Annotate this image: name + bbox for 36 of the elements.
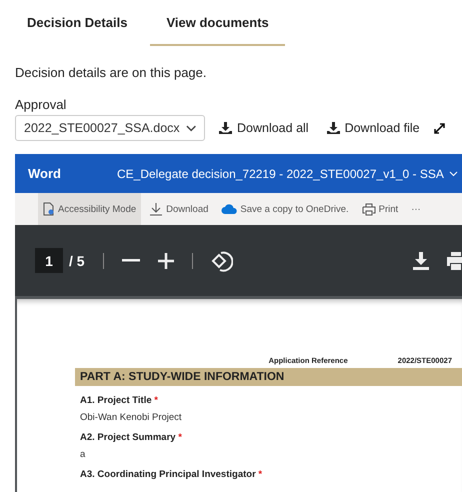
field-label: Approval: [15, 97, 68, 112]
print-icon: [362, 202, 376, 216]
cloud-icon: [221, 204, 238, 214]
download-icon: [326, 122, 340, 134]
toolbar-button[interactable]: Print: [356, 193, 404, 225]
download-button[interactable]: Download all: [215, 121, 313, 135]
document-title[interactable]: CE_Delegate decision_72219 - 2022_STE00027_v1_0 - SSA: [117, 166, 444, 180]
chevron-down-icon[interactable]: [448, 170, 458, 176]
app-name: Word: [28, 166, 62, 181]
document-icon: [43, 202, 55, 216]
answer-text: a: [80, 449, 86, 460]
toolbar-button[interactable]: Accessibility Mode: [38, 193, 142, 225]
zoom-out-icon[interactable]: [122, 259, 140, 262]
tab[interactable]: View documents: [150, 0, 285, 46]
download-icon: [149, 202, 164, 216]
rotate-icon[interactable]: [210, 250, 233, 272]
download-button[interactable]: Download file: [322, 121, 424, 135]
page-count: / 5: [69, 252, 85, 268]
document-select[interactable]: 2022_STE00027_SSA.docx: [15, 115, 205, 141]
chevron-down-icon: [186, 124, 196, 132]
question-label: A1. Project Title *: [80, 395, 159, 406]
intro-text: Decision details are on this page.: [15, 65, 208, 80]
toolbar-button[interactable]: Save a copy to OneDrive.: [216, 193, 354, 225]
toolbar-button[interactable]: Download: [144, 193, 214, 225]
download-icon[interactable]: [413, 252, 429, 270]
print-icon[interactable]: [447, 252, 462, 270]
answer-text: Obi-Wan Kenobi Project: [80, 412, 183, 423]
download-icon: [219, 122, 232, 134]
page-number-field[interactable]: 1: [35, 248, 63, 273]
toolbar-button[interactable]: ···: [406, 193, 426, 225]
section-heading: PART A: STUDY-WIDE INFORMATION: [75, 368, 462, 386]
question-label: A2. Project Summary *: [80, 432, 183, 443]
zoom-in-icon[interactable]: [158, 252, 174, 268]
tab[interactable]: Decision Details: [17, 0, 138, 46]
expand-icon[interactable]: [434, 122, 445, 134]
question-label: A3. Coordinating Principal Investigator *: [80, 469, 264, 480]
